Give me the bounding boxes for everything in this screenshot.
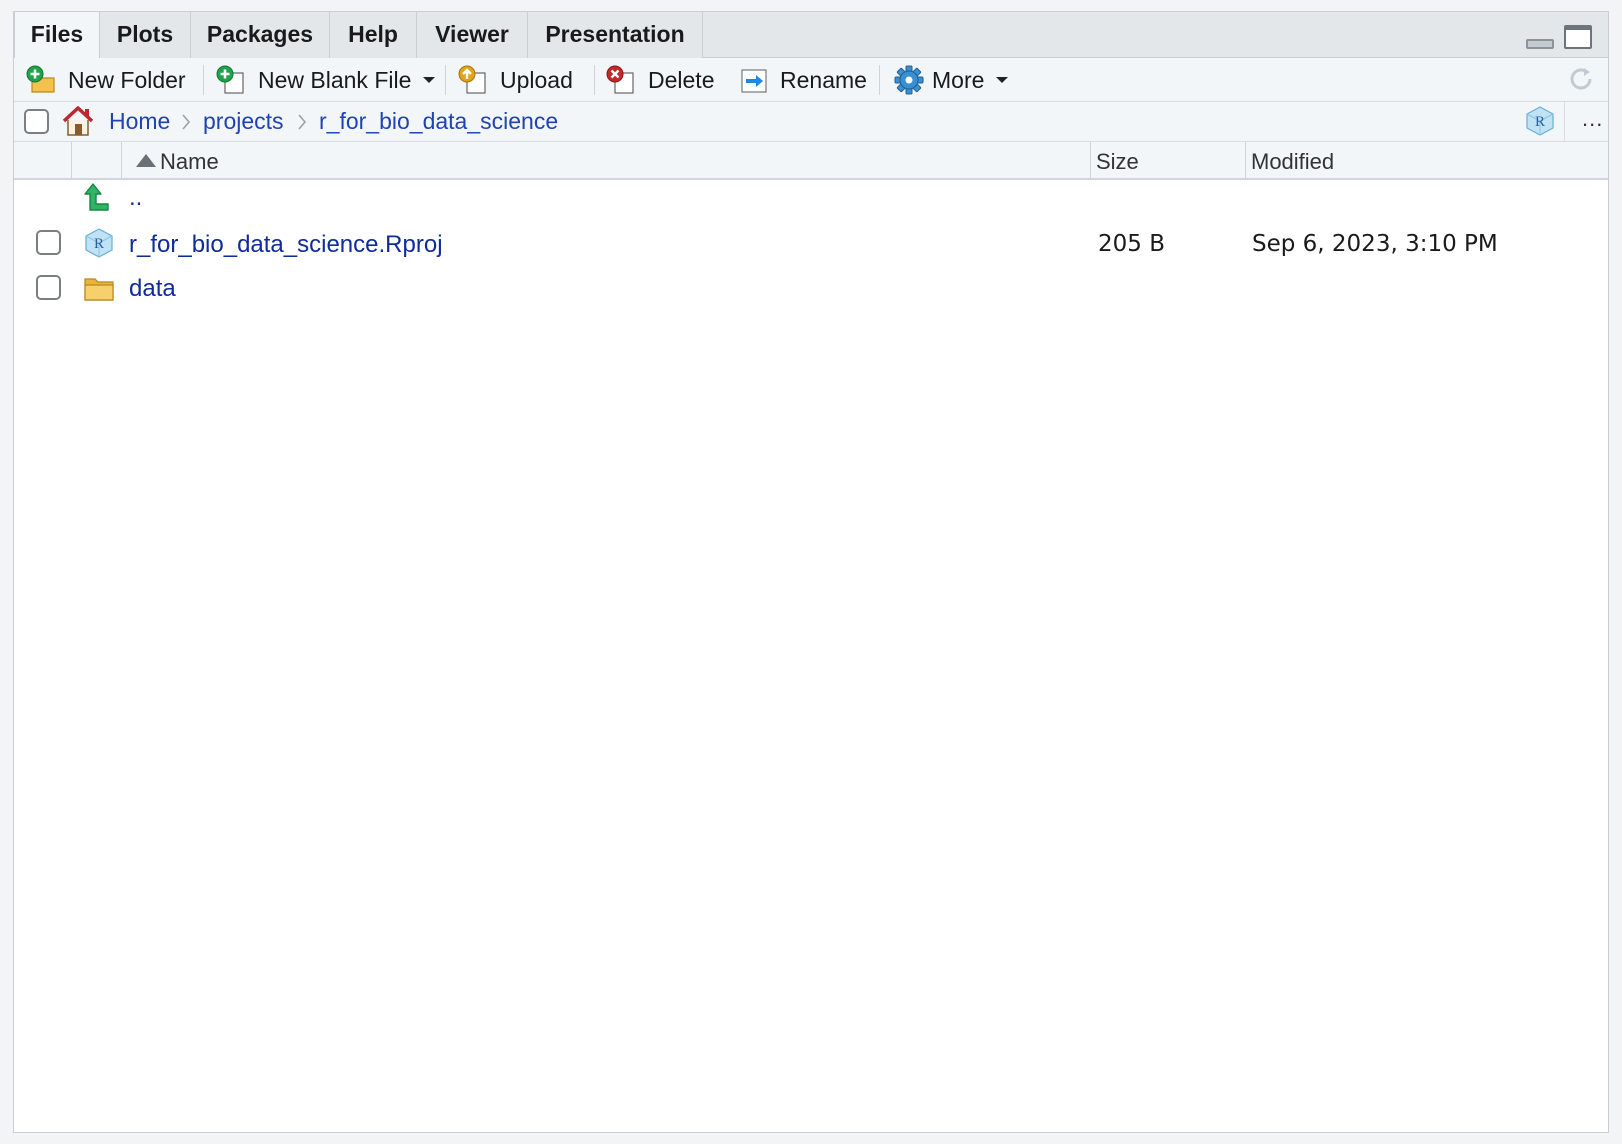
new-folder-button[interactable]: New Folder xyxy=(26,58,186,102)
header-checkbox-column xyxy=(14,142,72,178)
divider xyxy=(1564,102,1565,142)
rproject-icon: R xyxy=(84,227,114,259)
new-blank-file-label: New Blank File xyxy=(258,66,412,93)
upload-button[interactable]: Upload xyxy=(458,58,573,102)
file-list-header: Name Size Modified xyxy=(14,142,1608,180)
breadcrumb-home[interactable]: Home xyxy=(109,108,170,135)
parent-directory-icon xyxy=(84,182,114,214)
svg-text:R: R xyxy=(94,236,104,252)
new-blank-file-button[interactable]: New Blank File xyxy=(216,58,436,102)
folder-name-link[interactable]: data xyxy=(129,275,176,303)
rename-button[interactable]: Rename xyxy=(738,58,867,102)
minimize-pane-button[interactable] xyxy=(1526,39,1554,49)
file-size: 205 B xyxy=(1098,231,1165,257)
delete-icon xyxy=(606,65,636,95)
parent-directory-link[interactable]: .. xyxy=(129,184,142,212)
svg-text:R: R xyxy=(1535,114,1545,130)
tab-plots[interactable]: Plots xyxy=(100,12,191,58)
more-options-button[interactable]: ... xyxy=(1582,106,1603,132)
column-header-modified[interactable]: Modified xyxy=(1246,142,1608,178)
table-row[interactable]: data xyxy=(14,267,1608,311)
breadcrumb: Home projects r_for_bio_data_science R .… xyxy=(14,102,1608,142)
upload-label: Upload xyxy=(500,66,573,93)
column-header-name[interactable]: Name xyxy=(122,142,1091,178)
tab-help[interactable]: Help xyxy=(330,12,417,58)
refresh-button[interactable] xyxy=(1566,64,1596,94)
files-toolbar: New Folder New Blank File Upload Delete … xyxy=(14,58,1608,102)
rproject-icon: R xyxy=(1526,106,1554,136)
breadcrumb-projects[interactable]: projects xyxy=(203,108,284,135)
go-to-project-directory-button[interactable]: R xyxy=(1525,105,1555,137)
delete-label: Delete xyxy=(648,66,715,93)
new-file-icon xyxy=(216,65,246,95)
new-folder-label: New Folder xyxy=(68,66,186,93)
toolbar-separator xyxy=(594,65,595,95)
chevron-right-icon xyxy=(298,114,307,130)
chevron-right-icon xyxy=(182,114,191,130)
table-row[interactable]: R r_for_bio_data_science.Rproj 205 B Sep… xyxy=(14,223,1608,267)
refresh-icon xyxy=(1570,68,1592,90)
header-icon-column xyxy=(72,142,122,178)
more-button[interactable]: More xyxy=(894,58,1009,102)
tab-packages[interactable]: Packages xyxy=(191,12,330,58)
list-item-parent-directory[interactable]: .. xyxy=(14,180,1608,224)
toolbar-separator xyxy=(879,65,880,95)
row-checkbox[interactable] xyxy=(36,275,61,300)
new-folder-icon xyxy=(26,65,56,95)
files-pane: Files Plots Packages Help Viewer Present… xyxy=(13,11,1609,1133)
delete-button[interactable]: Delete xyxy=(606,58,714,102)
toolbar-separator xyxy=(445,65,446,95)
tab-presentation[interactable]: Presentation xyxy=(528,12,703,58)
column-header-size[interactable]: Size xyxy=(1091,142,1246,178)
rename-label: Rename xyxy=(780,66,867,93)
chevron-down-icon xyxy=(996,77,1009,83)
file-name-link[interactable]: r_for_bio_data_science.Rproj xyxy=(129,231,443,259)
tab-files[interactable]: Files xyxy=(14,12,100,59)
select-all-checkbox[interactable] xyxy=(24,109,49,134)
more-label: More xyxy=(932,66,985,93)
upload-icon xyxy=(458,65,488,95)
tab-strip: Files Plots Packages Help Viewer Present… xyxy=(14,12,1608,59)
home-icon[interactable] xyxy=(61,105,95,137)
rename-icon xyxy=(738,65,768,95)
toolbar-separator xyxy=(203,65,204,95)
maximize-pane-button[interactable] xyxy=(1564,25,1592,49)
row-checkbox[interactable] xyxy=(36,230,61,255)
file-modified: Sep 6, 2023, 3:10 PM xyxy=(1252,231,1498,257)
breadcrumb-current-folder[interactable]: r_for_bio_data_science xyxy=(319,108,558,135)
tab-viewer[interactable]: Viewer xyxy=(417,12,528,58)
chevron-down-icon xyxy=(423,77,436,83)
gear-icon xyxy=(894,65,924,95)
folder-icon xyxy=(84,272,114,304)
